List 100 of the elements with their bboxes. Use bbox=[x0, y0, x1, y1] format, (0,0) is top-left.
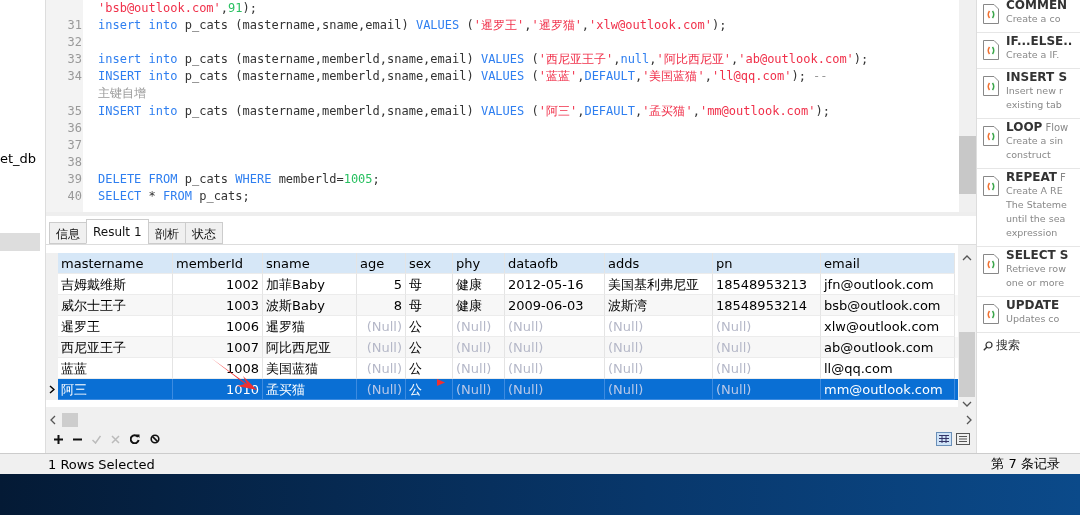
vertical-scrollbar[interactable] bbox=[958, 245, 976, 407]
snippet-item[interactable]: INSERT S Insert new r existing tab bbox=[977, 70, 1080, 119]
sql-editor[interactable] bbox=[46, 0, 976, 216]
scroll-left-icon[interactable] bbox=[50, 415, 56, 425]
snippet-description: Create a sin bbox=[1006, 134, 1065, 148]
result-tab[interactable]: 剖析 bbox=[147, 222, 186, 244]
table-cell: mm@outlook.com bbox=[821, 379, 955, 400]
snippet-item[interactable]: REPEAT F Create A RE The Stateme until the sea expression bbox=[977, 170, 1080, 247]
column-header[interactable]: phy bbox=[453, 253, 505, 274]
snippet-item[interactable]: SELECT S Retrieve row one or more bbox=[977, 248, 1080, 297]
line-number: 35 bbox=[66, 102, 83, 120]
snippet-description: Create a IF. bbox=[1006, 48, 1061, 62]
column-header[interactable]: email bbox=[821, 253, 955, 274]
code-line: 'bsb@outlook.com',91); bbox=[98, 0, 257, 17]
database-item[interactable]: et_db bbox=[0, 151, 37, 166]
column-header[interactable]: mastername bbox=[58, 253, 173, 274]
code-file-icon bbox=[983, 254, 999, 274]
snippet-title: UPDATE bbox=[1006, 298, 1060, 312]
record-position: 第 7 条记录 bbox=[991, 455, 1061, 473]
snippet-item[interactable]: IF...ELSE.. Create a IF. bbox=[977, 34, 1080, 69]
snippet-description: Retrieve row bbox=[1006, 262, 1067, 276]
status-text: 1 Rows Selected bbox=[48, 456, 155, 472]
snippet-description: Updates co bbox=[1006, 312, 1060, 326]
snippet-item[interactable]: LOOP Flow Create a sin construct bbox=[977, 120, 1080, 169]
code-file-icon bbox=[983, 40, 999, 60]
snippet-title: SELECT S bbox=[1006, 248, 1069, 262]
snippet-description: until the sea bbox=[1006, 212, 1067, 226]
table-cell: 阿三 bbox=[58, 379, 173, 400]
table-cell: (Null) bbox=[357, 379, 406, 400]
line-number: 36 bbox=[66, 119, 83, 137]
line-number: 32 bbox=[66, 34, 83, 52]
code-line: INSERT into p_cats (mastername,memberld,sname,email) VALUES ('蓝蓝',DEFAULT,'美国蓝猫','ll@qq.com'); -- bbox=[98, 68, 828, 86]
column-header[interactable]: sex bbox=[406, 253, 453, 274]
snippet-description: Create A RE bbox=[1006, 184, 1064, 198]
result-tab[interactable]: 信息 bbox=[49, 222, 87, 244]
code-file-icon bbox=[983, 76, 999, 96]
table-cell: (Null) bbox=[453, 379, 505, 400]
check-icon[interactable] bbox=[92, 434, 101, 444]
scroll-down-icon[interactable] bbox=[962, 401, 972, 407]
scroll-up-icon[interactable] bbox=[962, 255, 972, 261]
scrollbar-thumb[interactable] bbox=[62, 413, 78, 427]
search-field[interactable]: 搜索 bbox=[977, 333, 1080, 358]
line-number: 31 bbox=[66, 17, 83, 35]
snippet-description: The Stateme bbox=[1006, 198, 1067, 212]
snippet-title: INSERT S bbox=[1006, 70, 1068, 84]
snippet-item[interactable]: COMMEN Create a co bbox=[977, 0, 1080, 33]
code-line: insert into p_cats (mastername,memberld,sname,email) VALUES ('西尼亚王子',null,'阿比西尼亚','ab@outlook.com'); bbox=[98, 51, 869, 69]
table-cell: (Null) bbox=[505, 379, 605, 400]
refresh-icon[interactable] bbox=[130, 434, 140, 444]
snippet-item[interactable]: UPDATE Updates co bbox=[977, 298, 1080, 333]
code-line: 主键自增 bbox=[98, 85, 146, 103]
table-row[interactable]: 蓝蓝 1008 美国蓝猫 (Null) 公 (Null) (Null) (Null) (Null) ll@qq.com bbox=[46, 358, 958, 379]
table-row[interactable]: 威尔士王子 1003 波斯Baby 8 母 健康 2009-06-03 波斯湾 18548953214 bsb@outlook.com bbox=[46, 295, 958, 316]
snippet-description: Create a co bbox=[1006, 12, 1062, 26]
line-number: 40 bbox=[66, 188, 83, 206]
code-file-icon bbox=[983, 4, 999, 24]
grid-view-icon[interactable] bbox=[936, 432, 952, 446]
snippet-title: IF...ELSE.. bbox=[1006, 34, 1073, 48]
column-header[interactable]: age bbox=[357, 253, 406, 274]
snippet-description: construct bbox=[1006, 148, 1052, 162]
snippet-title: LOOP bbox=[1006, 120, 1043, 134]
column-header[interactable]: pn bbox=[713, 253, 821, 274]
table-cell: (Null) bbox=[713, 379, 821, 400]
snippet-title: COMMEN bbox=[1006, 0, 1068, 12]
snippet-title: REPEAT bbox=[1006, 170, 1057, 184]
column-header[interactable]: adds bbox=[605, 253, 713, 274]
stop-icon[interactable] bbox=[150, 434, 160, 444]
code-line: DELETE FROM p_cats WHERE memberld=1005; bbox=[98, 170, 380, 188]
snippet-description: Insert new r bbox=[1006, 84, 1064, 98]
snippet-description: expression bbox=[1006, 226, 1059, 240]
line-number: 33 bbox=[66, 51, 83, 69]
column-header[interactable]: dataofb bbox=[505, 253, 605, 274]
table-cell: 孟买猫 bbox=[263, 379, 357, 400]
result-tab[interactable]: Result 1 bbox=[86, 219, 149, 244]
line-number: 34 bbox=[66, 68, 83, 86]
table-row[interactable]: 暹罗王 1006 暹罗猫 (Null) 公 (Null) (Null) (Null) (Null) xlw@outlook.com bbox=[46, 316, 958, 337]
search-icon bbox=[983, 340, 993, 351]
code-file-icon bbox=[983, 176, 999, 196]
snippet-category: Flow bbox=[1045, 122, 1069, 133]
table-cell: (Null) bbox=[605, 379, 713, 400]
line-number: 39 bbox=[66, 170, 83, 188]
row-header[interactable] bbox=[46, 379, 58, 400]
line-number: 38 bbox=[66, 153, 83, 171]
vertical-scrollbar[interactable] bbox=[959, 0, 976, 212]
snippet-description: existing tab bbox=[1006, 98, 1063, 112]
code-line: INSERT into p_cats (mastername,memberld,sname,email) VALUES ('阿三',DEFAULT,'孟买猫','mm@outlook.com'); bbox=[98, 102, 830, 120]
code-line: insert into p_cats (mastername,sname,email) VALUES ('暹罗王','暹罗猫','xlw@outlook.com'); bbox=[98, 17, 727, 35]
column-header[interactable]: sname bbox=[263, 253, 357, 274]
current-row-icon bbox=[49, 385, 55, 394]
result-tab[interactable]: 状态 bbox=[184, 222, 223, 244]
form-view-icon[interactable] bbox=[956, 433, 970, 445]
column-header[interactable]: memberId bbox=[173, 253, 263, 274]
add-icon[interactable] bbox=[54, 434, 63, 444]
table-row[interactable]: 吉姆戴维斯 1002 加菲Baby 5 母 健康 2012-05-16 美国基利弗尼亚 18548953213 jfn@outlook.com bbox=[46, 274, 958, 295]
code-file-icon bbox=[983, 126, 999, 146]
line-number: 37 bbox=[66, 136, 83, 154]
snippet-category: F bbox=[1060, 172, 1066, 183]
snippet-description: one or more bbox=[1006, 276, 1066, 290]
scroll-right-icon[interactable] bbox=[966, 415, 972, 425]
table-row[interactable]: 西尼亚王子 1007 阿比西尼亚 (Null) 公 (Null) (Null) (Null) (Null) ab@outlook.com bbox=[46, 337, 958, 358]
